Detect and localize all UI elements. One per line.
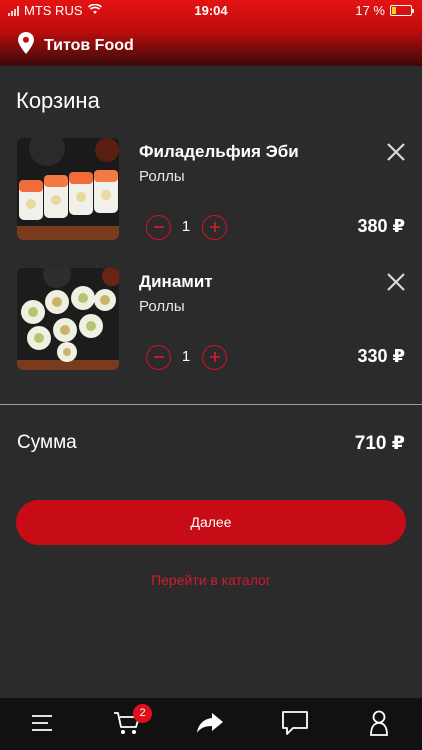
status-right: 17 % — [355, 3, 414, 18]
page-title: Корзина — [16, 88, 100, 113]
profile-icon — [370, 710, 388, 736]
store-selector[interactable]: Титов Food — [18, 32, 134, 59]
close-icon — [387, 273, 405, 291]
tab-chat[interactable] — [280, 708, 310, 738]
product-price: 330 ₽ — [357, 346, 405, 366]
cart-item: Филадельфия Эби Роллы 1 380 ₽ — [0, 138, 422, 248]
decrease-quantity-button[interactable] — [146, 345, 171, 370]
product-image[interactable] — [17, 268, 119, 370]
close-icon — [387, 143, 405, 161]
remove-item-button[interactable] — [386, 142, 406, 162]
share-icon — [197, 713, 223, 733]
app-header: MTS RUS 19:04 17 % Титов Food — [0, 0, 422, 66]
product-name: Филадельфия Эби — [139, 142, 299, 161]
store-name: Титов Food — [44, 36, 134, 54]
increase-quantity-button[interactable] — [202, 215, 227, 240]
divider — [0, 404, 422, 405]
decrease-quantity-button[interactable] — [146, 215, 171, 240]
location-pin-icon — [18, 32, 34, 59]
product-name: Динамит — [139, 272, 213, 291]
product-category: Роллы — [139, 168, 185, 185]
chat-icon — [282, 711, 308, 735]
tab-share[interactable] — [195, 708, 225, 738]
quantity-value: 1 — [181, 348, 191, 365]
increase-quantity-button[interactable] — [202, 345, 227, 370]
product-image[interactable] — [17, 138, 119, 240]
plus-icon — [209, 222, 220, 232]
cart-item: Динамит Роллы 1 330 ₽ — [0, 268, 422, 378]
tab-profile[interactable] — [364, 708, 394, 738]
menu-icon — [32, 715, 52, 731]
total-value: 710 ₽ — [354, 433, 405, 454]
product-category: Роллы — [139, 298, 185, 315]
quantity-value: 1 — [181, 218, 191, 235]
product-price: 380 ₽ — [357, 216, 405, 236]
minus-icon — [153, 226, 164, 228]
plus-icon — [209, 352, 220, 362]
next-button[interactable]: Далее — [16, 500, 406, 545]
battery-icon — [390, 5, 414, 16]
go-to-catalog-link[interactable]: Перейти в каталог — [0, 572, 422, 588]
remove-item-button[interactable] — [386, 272, 406, 292]
tab-menu[interactable] — [27, 708, 57, 738]
minus-icon — [153, 356, 164, 358]
status-bar: MTS RUS 19:04 17 % — [0, 0, 422, 22]
battery-label: 17 % — [355, 3, 385, 18]
cart-count-badge: 2 — [133, 704, 152, 723]
tab-bar: 2 — [0, 698, 422, 750]
total-label: Сумма — [17, 432, 77, 453]
